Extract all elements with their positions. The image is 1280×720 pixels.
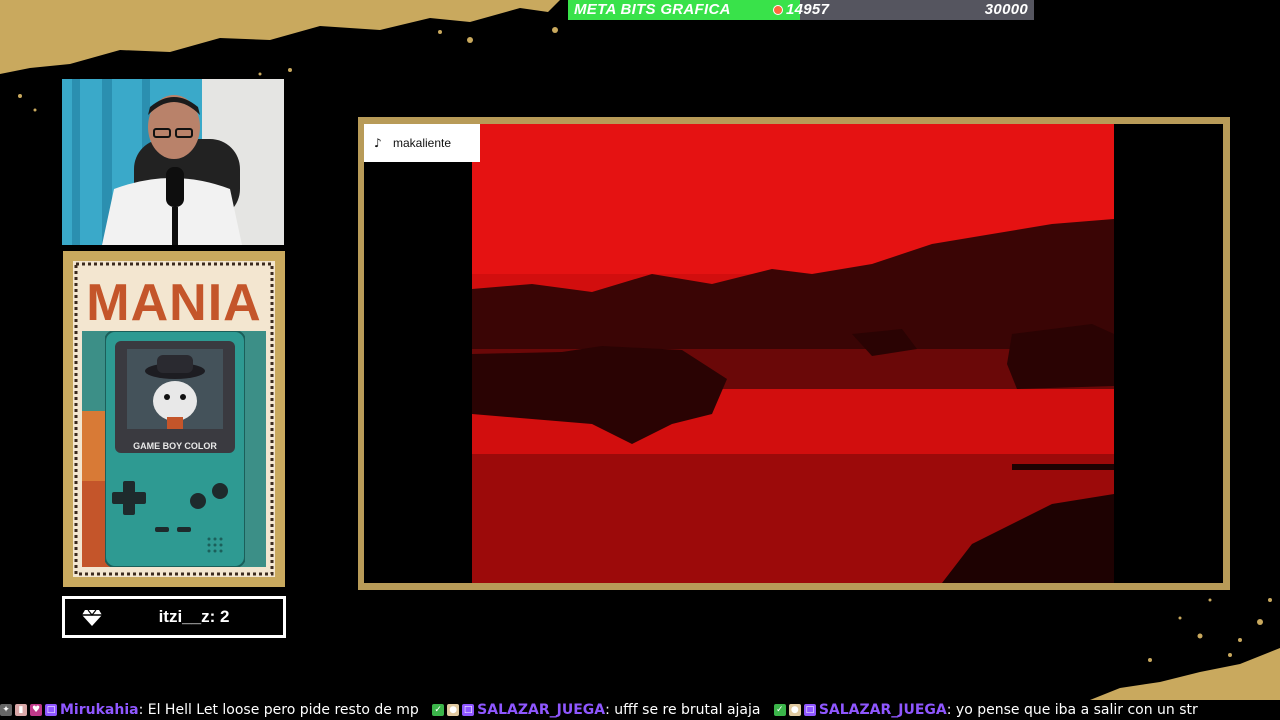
tiktok-watermark: ♪ makaliente [364, 124, 480, 162]
badge-icon: ▮ [15, 704, 27, 716]
video-frame: ♪ makaliente [358, 117, 1230, 590]
bits-coin-icon [773, 5, 783, 15]
check-badge-icon: ✓ [773, 704, 786, 716]
chat-username[interactable]: SALAZAR_JUEGA [477, 702, 605, 718]
video-player[interactable]: ♪ makaliente [364, 124, 1223, 583]
goal-title: META BITS GRAFICA [574, 1, 731, 18]
chat-username[interactable]: Mirukahia [60, 702, 139, 718]
chat-username[interactable]: SALAZAR_JUEGA [819, 702, 947, 718]
check-badge-icon: ✓ [432, 704, 445, 716]
device-label: GAME BOY COLOR [133, 441, 217, 451]
mania-poster: MANIA GAME BOY COLOR [63, 251, 285, 587]
chat-message: : El Hell Let loose pero pide resto de m… [138, 702, 419, 718]
poster-title: MANIA [86, 274, 262, 332]
webcam-feed [62, 79, 284, 245]
prime-badge-icon: □ [803, 704, 816, 716]
badge-icon: ● [447, 704, 460, 716]
prime-badge-icon: □ [462, 704, 475, 716]
bits-goal-bar: META BITS GRAFICA 14957 30000 [568, 0, 1034, 20]
video-content [472, 124, 1114, 583]
chat-message: : ufff se re brutal ajaja [605, 702, 761, 718]
diamond-icon [82, 609, 102, 626]
chat-message: : yo pense que iba a salir con un str [946, 702, 1198, 718]
goal-current-value: 14957 [786, 1, 830, 18]
tiktok-icon: ♪ [374, 136, 382, 150]
chat-ticker: ✦ ▮ ♥ □ Mirukahia: El Hell Let loose pero pi… [0, 700, 1280, 720]
prime-badge-icon: □ [45, 704, 57, 716]
badge-icon: ✦ [0, 704, 12, 716]
badge-icon: ● [788, 704, 801, 716]
heart-badge-icon: ♥ [30, 704, 42, 716]
poster-panel: MANIA GAME BOY COLOR [73, 261, 275, 577]
tiktok-username: makaliente [393, 136, 452, 150]
goal-target-value: 30000 [984, 1, 1028, 18]
gift-counter-text: itzi__z: 2 [158, 607, 230, 626]
gift-counter: itzi__z: 2 [62, 596, 286, 638]
